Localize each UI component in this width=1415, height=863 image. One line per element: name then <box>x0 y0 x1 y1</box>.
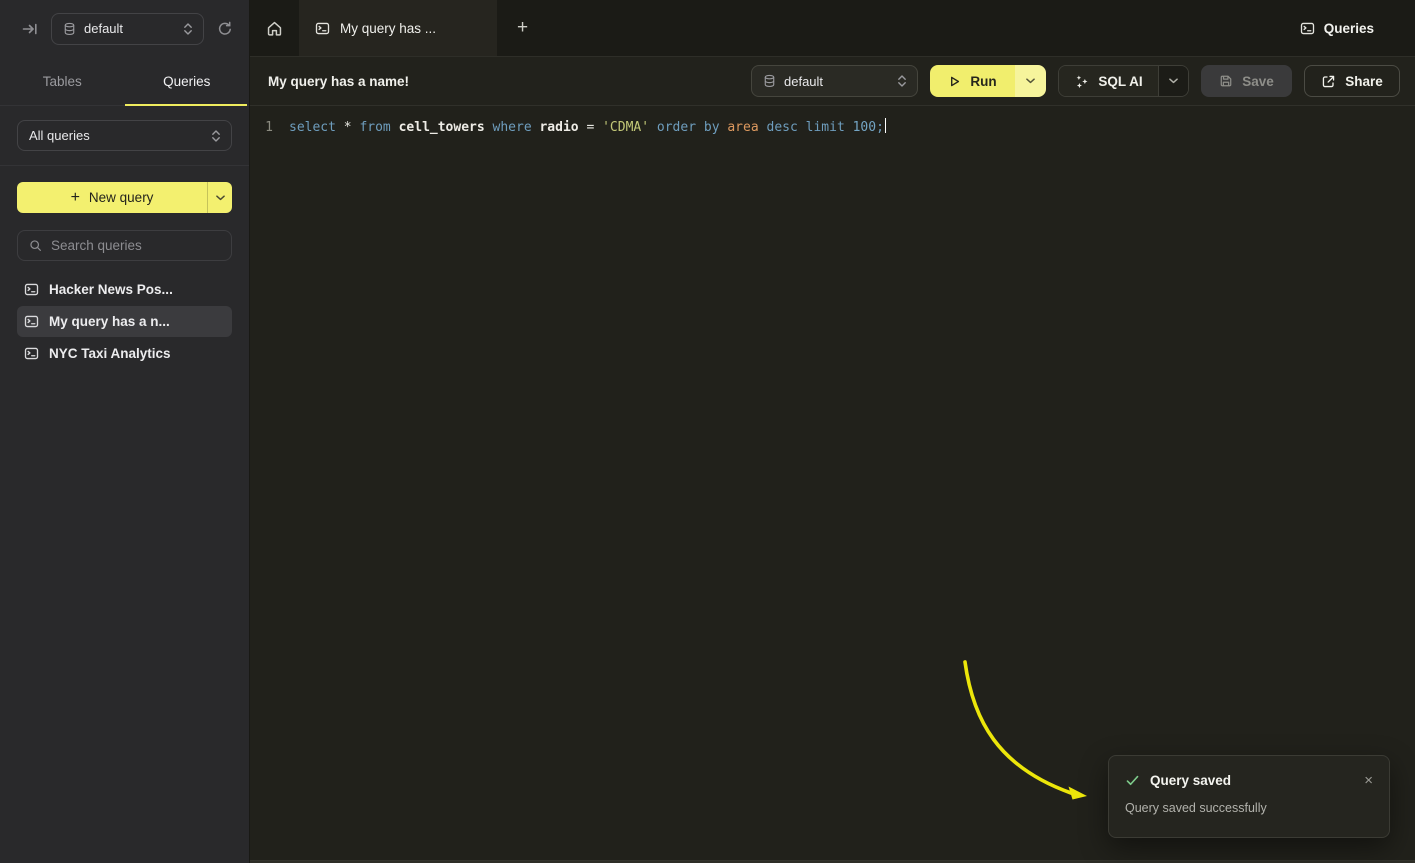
plus-icon: + <box>517 17 528 39</box>
sql-ai-split-button: SQL AI <box>1058 65 1189 97</box>
plus-icon: + <box>71 190 80 206</box>
line-number: 1 <box>250 118 273 138</box>
chevron-down-icon <box>1026 78 1035 84</box>
sql-editor[interactable]: 1 select * from cell_towers where radio … <box>250 106 1415 863</box>
sidebar-topbar: default <box>0 0 249 57</box>
run-database-value: default <box>784 74 889 89</box>
queries-indicator-label: Queries <box>1324 21 1374 36</box>
arrow-to-bar-icon <box>22 21 38 37</box>
run-split-button: Run <box>930 65 1046 97</box>
collapse-sidebar-button[interactable] <box>22 21 38 37</box>
query-terminal-icon <box>24 346 39 361</box>
save-icon <box>1219 74 1233 88</box>
query-item-label: My query has a n... <box>49 314 170 329</box>
topbar-spacer <box>548 0 1300 56</box>
query-terminal-icon <box>1300 21 1315 36</box>
queries-panel-toggle[interactable]: Queries <box>1300 0 1374 56</box>
toast-title: Query saved <box>1150 773 1231 788</box>
tab-my-query[interactable]: My query has ... <box>299 0 497 56</box>
new-query-dropdown-button[interactable] <box>207 182 232 213</box>
tab-label: My query has ... <box>340 21 436 36</box>
sql-ai-label: SQL AI <box>1098 74 1142 89</box>
database-icon <box>63 22 76 36</box>
toast-message: Query saved successfully <box>1125 801 1373 815</box>
query-item-label: NYC Taxi Analytics <box>49 346 171 361</box>
toast-header: Query saved × <box>1125 773 1373 788</box>
query-filter-value: All queries <box>29 128 203 143</box>
code-line-1: 1 select * from cell_towers where radio … <box>250 106 1415 138</box>
share-button[interactable]: Share <box>1304 65 1400 97</box>
refresh-icon <box>217 21 233 37</box>
run-label: Run <box>970 74 996 89</box>
query-filter-row: All queries <box>0 106 249 151</box>
code-line-content: select * from cell_towers where radio = … <box>289 118 886 138</box>
play-icon <box>948 75 961 88</box>
query-filter-dropdown[interactable]: All queries <box>17 120 232 151</box>
run-button[interactable]: Run <box>930 65 1015 97</box>
query-terminal-icon <box>315 21 330 36</box>
chevron-updown-icon <box>897 74 907 88</box>
new-tab-button[interactable]: + <box>497 0 548 56</box>
query-terminal-icon <box>24 282 39 297</box>
chevron-down-icon <box>216 195 225 201</box>
sidebar-database-selector[interactable]: default <box>51 13 204 45</box>
home-icon <box>266 20 283 37</box>
new-query-label: New query <box>89 190 154 205</box>
run-database-selector[interactable]: default <box>751 65 918 97</box>
home-button[interactable] <box>250 0 299 56</box>
new-query-split-button: + New query <box>17 182 232 213</box>
chevron-down-icon <box>1169 78 1178 84</box>
search-queries-input[interactable] <box>51 238 228 253</box>
sidebar-database-value: default <box>84 21 175 36</box>
search-queries-box <box>17 230 232 261</box>
sidebar-tab-tables[interactable]: Tables <box>0 57 125 105</box>
query-terminal-icon <box>24 314 39 329</box>
search-icon <box>29 239 42 252</box>
query-list-item-nyc-taxi[interactable]: NYC Taxi Analytics <box>17 338 232 369</box>
query-list-item-my-query[interactable]: My query has a n... <box>17 306 232 337</box>
sparkles-icon <box>1074 74 1089 89</box>
editor-header-actions: default Run <box>751 65 1400 97</box>
sidebar: default Tables Queries <box>0 0 250 863</box>
query-item-label: Hacker News Pos... <box>49 282 173 297</box>
external-link-icon <box>1321 74 1336 89</box>
chevron-updown-icon <box>211 129 221 143</box>
refresh-button[interactable] <box>217 21 233 37</box>
sql-console-app: default Tables Queries <box>0 0 1415 863</box>
sql-ai-dropdown[interactable] <box>1158 66 1188 96</box>
toast-query-saved: Query saved × Query saved successfully <box>1108 755 1390 838</box>
new-query-button[interactable]: + New query <box>17 182 207 213</box>
search-row <box>0 213 249 261</box>
editor-header: My query has a name! default <box>250 57 1415 106</box>
query-list-item-hacker-news[interactable]: Hacker News Pos... <box>17 274 232 305</box>
check-icon <box>1125 773 1140 788</box>
save-label: Save <box>1242 74 1274 89</box>
share-label: Share <box>1345 74 1383 89</box>
run-options-dropdown[interactable] <box>1015 65 1046 97</box>
sql-ai-button[interactable]: SQL AI <box>1059 66 1158 96</box>
sidebar-tabs: Tables Queries <box>0 57 249 106</box>
query-title: My query has a name! <box>268 74 409 89</box>
close-icon: × <box>1364 772 1373 789</box>
save-button[interactable]: Save <box>1201 65 1292 97</box>
chevron-updown-icon <box>183 22 193 36</box>
topbar: My query has ... + Queries <box>250 0 1415 57</box>
toast-close-button[interactable]: × <box>1364 773 1373 788</box>
sidebar-tab-queries[interactable]: Queries <box>125 57 250 105</box>
text-cursor <box>885 118 887 133</box>
query-list: Hacker News Pos... My query has a n... N… <box>0 274 249 369</box>
database-icon <box>763 74 776 88</box>
new-query-row: + New query <box>0 166 249 213</box>
